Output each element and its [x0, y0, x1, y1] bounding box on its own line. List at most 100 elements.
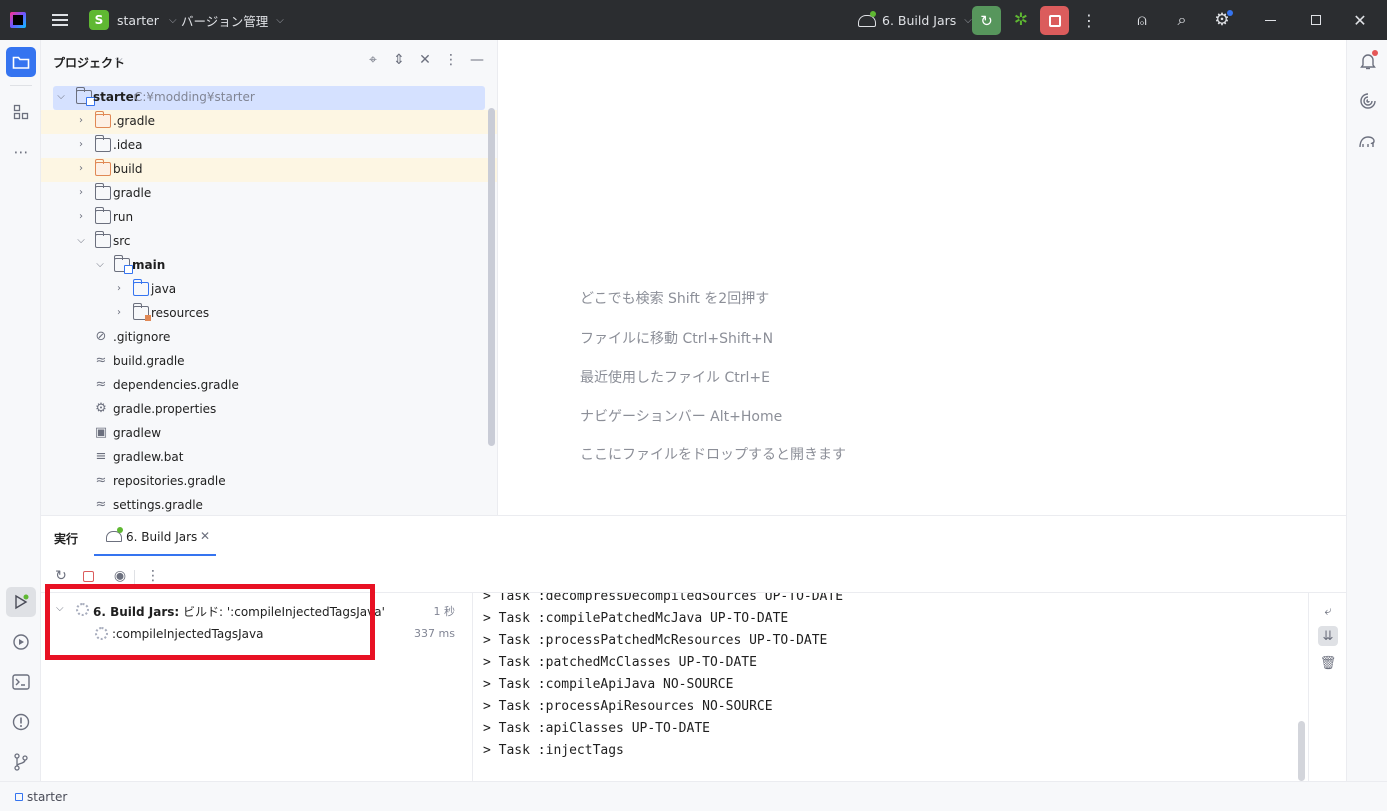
problems-tool-button[interactable]: [6, 707, 36, 737]
tree-item-repositories-gradle[interactable]: ≈ repositories.gradle: [41, 470, 497, 494]
expand-all-icon[interactable]: ⇕: [391, 52, 407, 68]
app-logo-icon[interactable]: [10, 0, 30, 40]
project-tool-button[interactable]: [6, 47, 36, 77]
resources-folder-icon: [132, 303, 151, 321]
locate-file-icon[interactable]: ⌖: [365, 52, 381, 68]
rerun-icon: ↻: [980, 11, 993, 30]
tree-item-label: settings.gradle: [113, 498, 203, 512]
notifications-button[interactable]: [1355, 48, 1381, 74]
console-line: > Task :injectTags: [483, 743, 624, 758]
console-scrollbar[interactable]: [1298, 721, 1305, 781]
close-icon[interactable]: ✕: [200, 529, 210, 543]
hamburger-menu-icon[interactable]: [50, 0, 70, 40]
eye-icon[interactable]: ◉: [111, 567, 129, 585]
tree-item-label: .gitignore: [113, 330, 171, 344]
folder-icon: [94, 231, 111, 248]
search-everywhere-button[interactable]: ⌕: [1172, 0, 1192, 40]
chevron-right-icon[interactable]: ›: [75, 115, 87, 126]
gradle-file-icon: ≈: [95, 353, 107, 368]
maximize-button[interactable]: [1308, 0, 1324, 40]
folder-icon: [94, 135, 111, 152]
hide-panel-icon[interactable]: —: [469, 52, 485, 68]
chevron-right-icon[interactable]: ›: [113, 283, 125, 294]
tree-item-label: main: [132, 258, 166, 272]
tree-item-label: .idea: [113, 138, 143, 152]
project-scrollbar[interactable]: [488, 108, 495, 446]
tab-build-jars[interactable]: 6. Build Jars ✕: [94, 516, 216, 556]
tree-item-label: resources: [151, 306, 210, 320]
console-output[interactable]: > Task :decompressDecompiledSources UP-T…: [472, 593, 1308, 782]
tree-item-gitignore[interactable]: ⊘ .gitignore: [41, 326, 497, 350]
chevron-down-icon[interactable]: ⌵: [75, 235, 87, 246]
minimize-button[interactable]: [1262, 0, 1278, 40]
chevron-right-icon[interactable]: ›: [75, 139, 87, 150]
tree-item-dependencies-gradle[interactable]: ≈ dependencies.gradle: [41, 374, 497, 398]
debug-button[interactable]: ✲: [1011, 0, 1031, 40]
chevron-down-icon[interactable]: ⌵: [115, 54, 123, 65]
maximize-icon: [1311, 15, 1321, 25]
tree-item-gradlew[interactable]: ▣ gradlew: [41, 422, 497, 446]
tree-item-label: gradle: [113, 186, 152, 200]
tree-item-main[interactable]: ⌵ main: [41, 254, 497, 278]
ai-assistant-button[interactable]: [1355, 88, 1381, 114]
tree-item-java[interactable]: › java: [41, 278, 497, 302]
close-icon: ✕: [1353, 10, 1367, 30]
chevron-down-icon[interactable]: ⌵: [94, 259, 106, 270]
tree-item-run[interactable]: › run: [41, 206, 497, 230]
tree-item-dot-gradle[interactable]: › .gradle: [41, 110, 497, 134]
close-window-button[interactable]: ✕: [1352, 0, 1368, 40]
chevron-right-icon[interactable]: ›: [75, 211, 87, 222]
tree-item-idea[interactable]: › .idea: [41, 134, 497, 158]
services-tool-button[interactable]: [6, 627, 36, 657]
toolbar-separator: [134, 570, 135, 584]
collapse-all-icon[interactable]: ✕: [417, 52, 433, 68]
more-icon[interactable]: ⋮: [144, 567, 162, 585]
structure-icon: [13, 104, 29, 120]
chevron-right-icon[interactable]: ›: [75, 187, 87, 198]
options-icon[interactable]: ⋮: [443, 52, 459, 68]
scroll-to-end-icon[interactable]: ⇊: [1318, 626, 1338, 646]
more-actions-button[interactable]: ⋮: [1081, 0, 1097, 40]
vcs-menu[interactable]: バージョン管理 ⌵: [181, 0, 284, 40]
editor-empty-area[interactable]: どこでも検索 Shift を2回押す ファイルに移動 Ctrl+Shift+N …: [498, 40, 1346, 515]
project-badge: S: [89, 10, 109, 30]
clear-all-icon[interactable]: 🗑: [1318, 653, 1338, 673]
tree-item-label: .gradle: [113, 114, 156, 128]
project-selector[interactable]: S starter ⌵: [89, 0, 177, 40]
tree-item-gradlew-bat[interactable]: ≡ gradlew.bat: [41, 446, 497, 470]
tree-item-build[interactable]: › build: [41, 158, 497, 182]
settings-button[interactable]: ⚙: [1212, 0, 1233, 40]
text-file-icon: ≡: [95, 449, 107, 464]
rerun-icon[interactable]: ↻: [52, 567, 70, 585]
tree-item-label: gradle.properties: [113, 402, 217, 416]
gradle-file-icon: ≈: [95, 377, 107, 392]
chevron-right-icon[interactable]: ›: [113, 307, 125, 318]
chevron-down-icon: ⌵: [276, 14, 284, 26]
code-with-me-button[interactable]: ⍝: [1132, 0, 1152, 40]
tree-item-starter[interactable]: ⌵ starter C:¥modding¥starter: [53, 86, 485, 110]
stop-icon[interactable]: [79, 567, 97, 585]
gradle-tool-button[interactable]: [1355, 128, 1381, 154]
tree-item-gradle-properties[interactable]: ⚙ gradle.properties: [41, 398, 497, 422]
run-config-selector[interactable]: 6. Build Jars ⌵: [858, 0, 972, 40]
chevron-down-icon[interactable]: ⌵: [55, 91, 67, 102]
structure-tool-button[interactable]: [6, 97, 36, 127]
stop-button[interactable]: [1040, 6, 1069, 35]
rerun-button[interactable]: ↻: [972, 6, 1001, 35]
terminal-tool-button[interactable]: [6, 667, 36, 697]
tree-item-src[interactable]: ⌵ src: [41, 230, 497, 254]
tree-item-settings-gradle[interactable]: ≈ settings.gradle: [41, 494, 497, 515]
run-tool-button[interactable]: [6, 587, 36, 617]
git-tool-button[interactable]: [6, 747, 36, 777]
left-tool-strip: ⋯: [0, 40, 41, 781]
soft-wrap-icon[interactable]: ⤶: [1318, 601, 1338, 621]
more-tools-button[interactable]: ⋯: [6, 137, 36, 167]
tree-item-build-gradle[interactable]: ≈ build.gradle: [41, 350, 497, 374]
chevron-right-icon[interactable]: ›: [75, 163, 87, 174]
console-line: > Task :processApiResources NO-SOURCE: [483, 699, 773, 714]
more-icon: ⋮: [1081, 10, 1097, 30]
tree-item-resources[interactable]: › resources: [41, 302, 497, 326]
status-bar-project[interactable]: starter: [27, 790, 67, 804]
tree-item-gradle[interactable]: › gradle: [41, 182, 497, 206]
shell-script-icon: ▣: [94, 425, 108, 440]
